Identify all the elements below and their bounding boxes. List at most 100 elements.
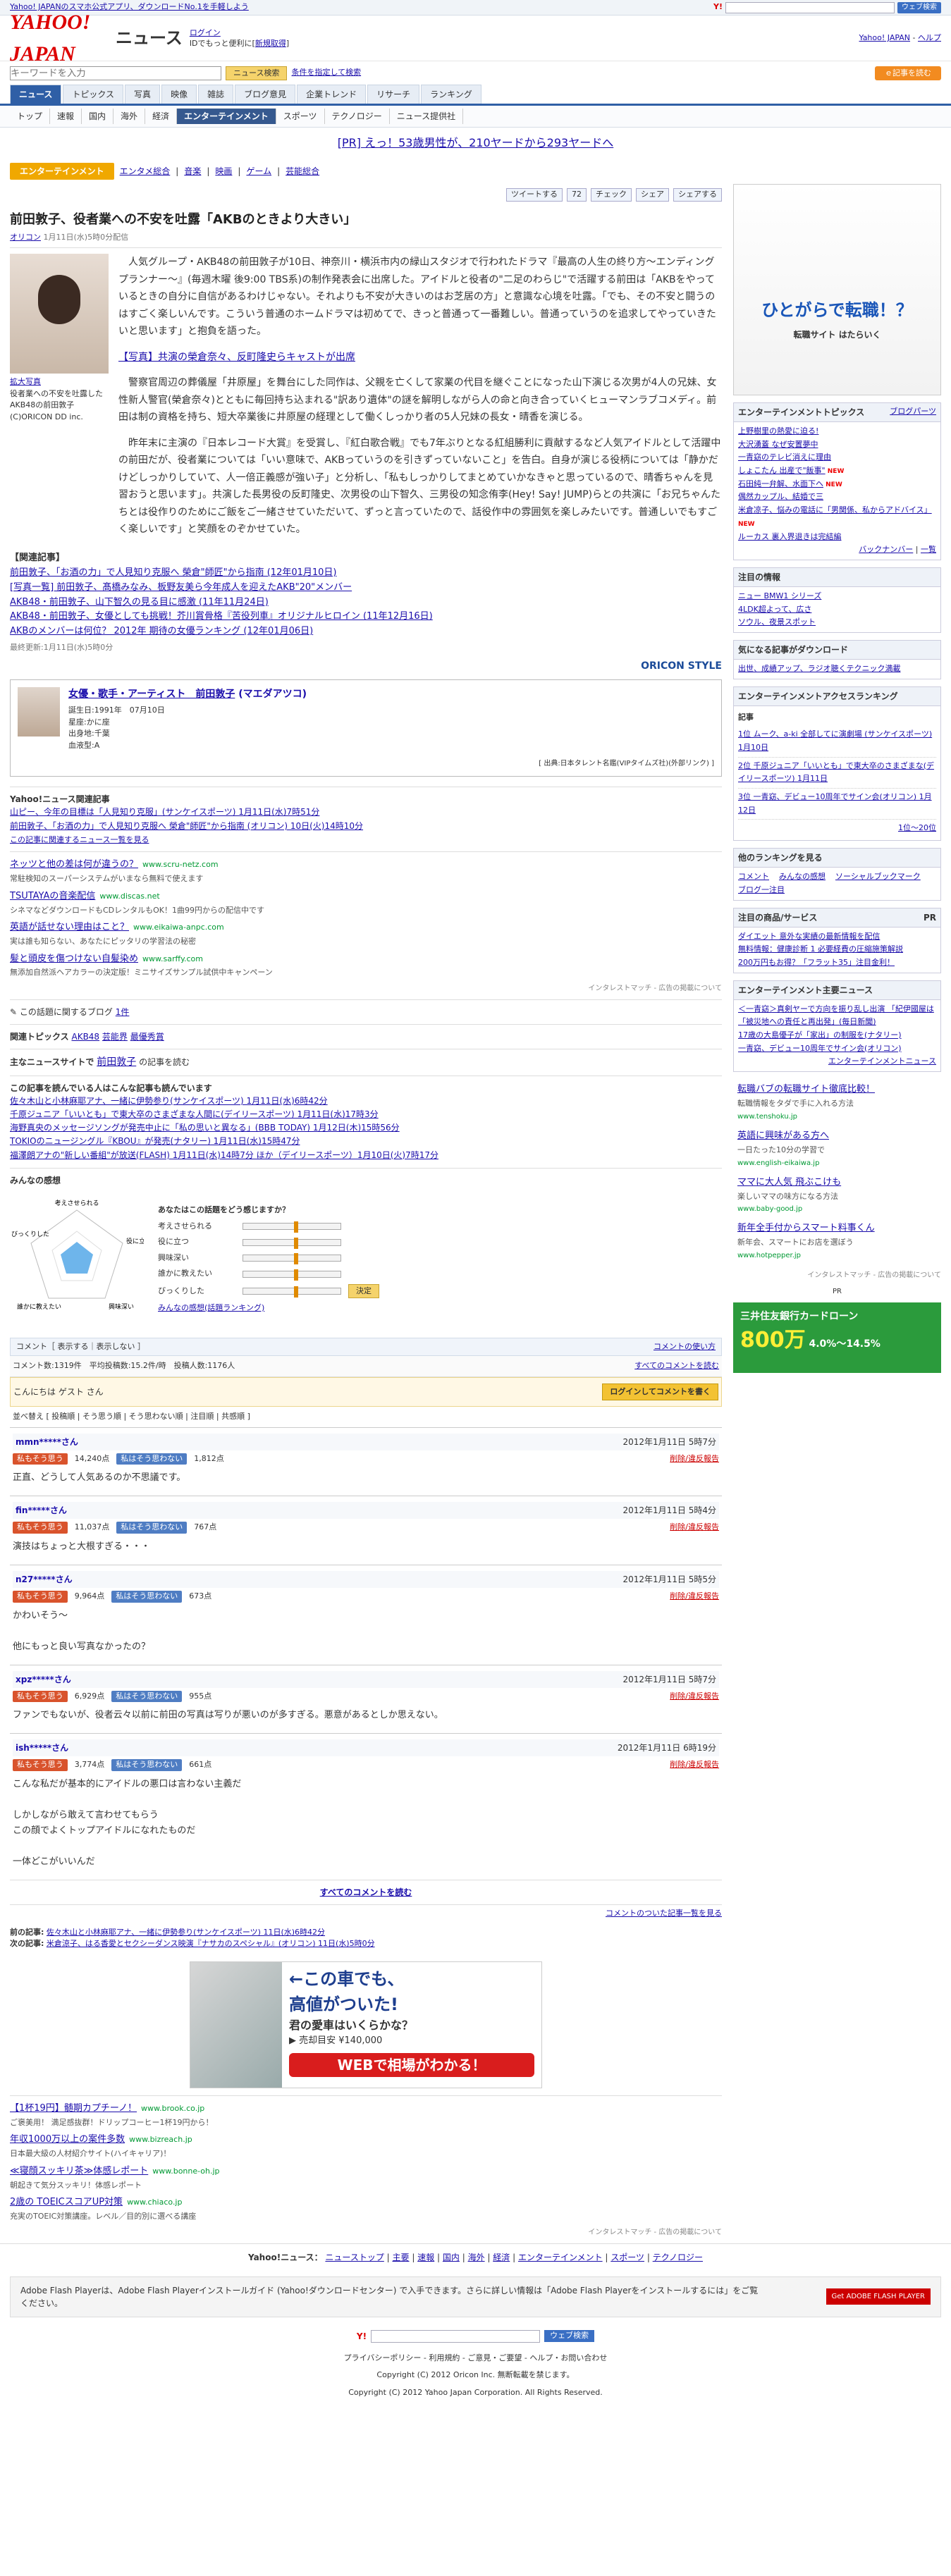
interest-match-note-2[interactable]: インタレストマッチ - 広告の掲載について (10, 2227, 722, 2238)
side-topic-link[interactable]: 米倉凉子、悩みの電話に「男関係、私からアドバイス」 (738, 505, 932, 514)
ad-title[interactable]: 2歳の TOEICスコアUP対策 (10, 2197, 123, 2207)
comment-user[interactable]: xpz*****さん (16, 1673, 71, 1686)
profile-name[interactable]: 女優・歌手・アーティスト 前田敦子 (68, 689, 235, 700)
side-topic-link[interactable]: 大沢湧蓋 なぜ安置夢中 (738, 440, 818, 449)
report-link[interactable]: 削除/違反報告 (670, 1522, 719, 1534)
footer-search-button[interactable]: ウェブ検索 (544, 2330, 595, 2342)
car-ad-banner[interactable]: ←この車でも、 高値がついた! 君の愛車はいくらかな？ ▶ 売却目安 ¥140,… (190, 1961, 542, 2088)
agree-button[interactable]: 私もそう思う (13, 1690, 68, 1703)
side-ad-title[interactable]: ママに大人気 飛ぶこけも (737, 1175, 937, 1190)
disagree-button[interactable]: 私はそう思わない (111, 1690, 183, 1703)
yahoo-related-link[interactable]: 前田敦子、「お酒の力」で人見知り克服へ 榮倉"師匠"から指南 (オリコン) 10… (10, 821, 363, 831)
survey-result-link[interactable]: みんなの感想(話題ランキング) (158, 1303, 264, 1312)
subnav-sports[interactable]: スポーツ (276, 109, 325, 124)
other-rank-link[interactable]: コメント (738, 872, 769, 881)
check-button[interactable]: チェック (591, 188, 632, 202)
side-topic-link[interactable]: 偶然カップル、結婚で三 (738, 492, 823, 501)
comment-user[interactable]: n27*****さん (16, 1573, 73, 1586)
news-search-button[interactable]: ニュース検索 (226, 66, 288, 80)
prev-article-link[interactable]: 佐々木山と小林麻耶アナ、一緒に伊勢参り(サンケイスポーツ) 11日(水)6時42… (47, 1928, 325, 1937)
footer-link[interactable]: スポーツ (611, 2253, 644, 2262)
other-rank-link[interactable]: みんなの感想 (779, 872, 826, 881)
enlarge-photo-link[interactable]: 拡大写真 (10, 377, 41, 386)
login-to-comment-button[interactable]: ログインしてコメントを書く (602, 1383, 718, 1401)
survey-slider[interactable] (243, 1221, 341, 1233)
ranking-link[interactable]: 3位 一青窈、デビュー10周年でサイン会(オリコン) 1月12日 (738, 792, 932, 815)
subnav-breaking[interactable]: 速報 (50, 109, 82, 124)
side-topic-link[interactable]: 一青窈のテレビ消えに理由 (738, 452, 831, 462)
main-news-link[interactable]: 17歳の大島優子が「家出」の制服を(ナタリー) (738, 1030, 902, 1040)
side-topic-link[interactable]: しょこたん 出産で"飯事" (738, 466, 826, 475)
top-search-input[interactable] (725, 1, 895, 13)
ad-title[interactable]: 【1杯19円】髄期カプチーノ！ (10, 2103, 137, 2114)
nav-magazine[interactable]: 雑誌 (198, 85, 234, 104)
attention-link[interactable]: ニュー BMW1 シリーズ (738, 591, 821, 600)
side-topic-link[interactable]: 石田純一弁解、水面下ヘ (738, 479, 823, 488)
cat-celebrity[interactable]: 芸能総合 (286, 165, 319, 178)
main-person-name[interactable]: 前田敦子 (97, 1056, 136, 1068)
footer-link[interactable]: 経済 (493, 2253, 510, 2262)
yahoo-related-link[interactable]: 山ピー、今年の目標は「人見知り克服」(サンケイスポーツ) 1月11日(水)7時5… (10, 807, 319, 817)
nav-ranking[interactable]: ランキング (421, 85, 481, 104)
agree-button[interactable]: 私もそう思う (13, 1759, 68, 1771)
disagree-button[interactable]: 私はそう思わない (111, 1759, 183, 1771)
ad-title[interactable]: 英語が話せない理由はこと？ (10, 922, 129, 932)
main-news-link[interactable]: ＜一青窈＞真剣ヤーで方向を振り乱し出演 「紀伊國屋は「被災地への責任と再出発」(… (738, 1004, 934, 1027)
footer-links[interactable]: プライバシーポリシー - 利用規約 - ご意見・ご要望 - ヘルプ・お問い合わせ (0, 2350, 951, 2367)
subnav-world[interactable]: 海外 (113, 109, 146, 124)
yahoo-japan-link[interactable]: Yahoo! JAPAN (859, 33, 910, 42)
comments-toggle[interactable]: コメント［ 表示する｜表示しない ］ (16, 1341, 145, 1353)
subnav-domestic[interactable]: 国内 (82, 109, 114, 124)
survey-slider[interactable] (243, 1237, 341, 1249)
topic-tag[interactable]: AKB48 (71, 1032, 99, 1042)
related-link[interactable]: AKB48・前田敦子、女優としても挑戦！芥川賞骨格『苦役列車』オリジナルヒロイン… (10, 611, 433, 622)
survey-slider[interactable] (243, 1253, 341, 1265)
footer-search-input[interactable] (371, 2329, 541, 2343)
also-read-link[interactable]: 福澤朗アナの"新しい番組"が放送(FLASH) 1月11日(水)14時7分 ほか… (10, 1150, 438, 1160)
nav-research[interactable]: リサーチ (367, 85, 420, 104)
ad-title[interactable]: ≪寝顔スッキリ茶≫体感レポート (10, 2166, 148, 2176)
ad-title[interactable]: 年収1000万以上の案件多数 (10, 2134, 125, 2145)
ad-title[interactable]: TSUTAYAの音楽配信 (10, 891, 95, 901)
related-link[interactable]: AKB48・前田敦子、山下智久の見る目に感激 (11年11月24日) (10, 597, 269, 608)
profile-image[interactable] (18, 687, 60, 737)
side-ad-title[interactable]: 英語に興味がある方へ (737, 1128, 937, 1144)
report-link[interactable]: 削除/違反報告 (670, 1691, 719, 1703)
footer-link[interactable]: 速報 (417, 2253, 434, 2262)
pr-link[interactable]: [PR] えっ！53歳男性が、210ヤードから293ヤードへ (338, 136, 613, 149)
subnav-economy[interactable]: 経済 (145, 109, 178, 124)
survey-submit-button[interactable]: 決定 (348, 1283, 379, 1298)
side-ad-banner[interactable]: ひとがらで転職！？ 転職サイト はたらいく (733, 184, 941, 395)
footer-link[interactable]: ニューストップ (325, 2253, 384, 2262)
comment-user[interactable]: ish*****さん (16, 1742, 68, 1754)
next-article-link[interactable]: 米倉涼子、はる香愛とセクシーダンス映演『ナサカのスペシャル』(オリコン) 11日… (47, 1939, 375, 1948)
footer-link[interactable]: 海外 (468, 2253, 485, 2262)
report-link[interactable]: 削除/違反報告 (670, 1453, 719, 1465)
also-read-link[interactable]: 海野真央のメッセージソングが発売中止に「私の思いと異なる」(BBB TODAY)… (10, 1123, 400, 1133)
side-interest-match[interactable]: インタレストマッチ - 広告の掲載について (733, 1270, 941, 1281)
topic-tag[interactable]: 芸能界 (102, 1032, 128, 1042)
cat-general[interactable]: エンタメ総合 (120, 165, 171, 178)
related-link[interactable]: 前田敦子、「お酒の力」で人見知り克服へ 榮倉"師匠"から指南 (12年01月10… (10, 567, 337, 578)
survey-slider[interactable] (243, 1286, 341, 1298)
yahoo-related-more[interactable]: この記事に関連するニュース一覧を見る (10, 835, 149, 844)
main-news-more[interactable]: エンターテインメントニュース (828, 1056, 936, 1066)
read-article-button[interactable]: ｅ記事を読む (875, 66, 941, 80)
oricon-logo[interactable]: ORICON STYLE (10, 659, 722, 674)
all-comments-link-bottom[interactable]: すべてのコメントを読む (320, 1887, 412, 1897)
side-topic-link[interactable]: ルーカス 裏入界退きは完結編 (738, 532, 842, 541)
interest-match-note[interactable]: インタレストマッチ - 広告の掲載について (10, 983, 722, 994)
blog-parts-link[interactable]: ブログパーツ (890, 406, 936, 419)
sort-bar[interactable]: 並べ替え [ 投稿順 | そう思う順 | そう思わない順 | 注目順 | 共感順… (10, 1407, 722, 1427)
report-link[interactable]: 削除/違反報告 (670, 1759, 719, 1771)
yahoo-logo[interactable]: YAHOO! JAPAN (10, 11, 109, 66)
attention-link[interactable]: ソウル、夜景スポット (738, 617, 816, 627)
report-link[interactable]: 削除/違反報告 (670, 1591, 719, 1603)
nav-blog[interactable]: ブログ意見 (235, 85, 296, 104)
ad-title[interactable]: ネッツと他の差は何が違うの？ (10, 859, 138, 870)
comments-howto[interactable]: コメントの使い方 (654, 1341, 716, 1353)
download-link[interactable]: 出世、成績アップ、ラジオ聴くテクニック満載 (738, 664, 900, 673)
mixi-share-button[interactable]: シェアする (673, 188, 722, 202)
agree-button[interactable]: 私もそう思う (13, 1522, 68, 1534)
cat-game[interactable]: ゲーム (246, 165, 271, 178)
